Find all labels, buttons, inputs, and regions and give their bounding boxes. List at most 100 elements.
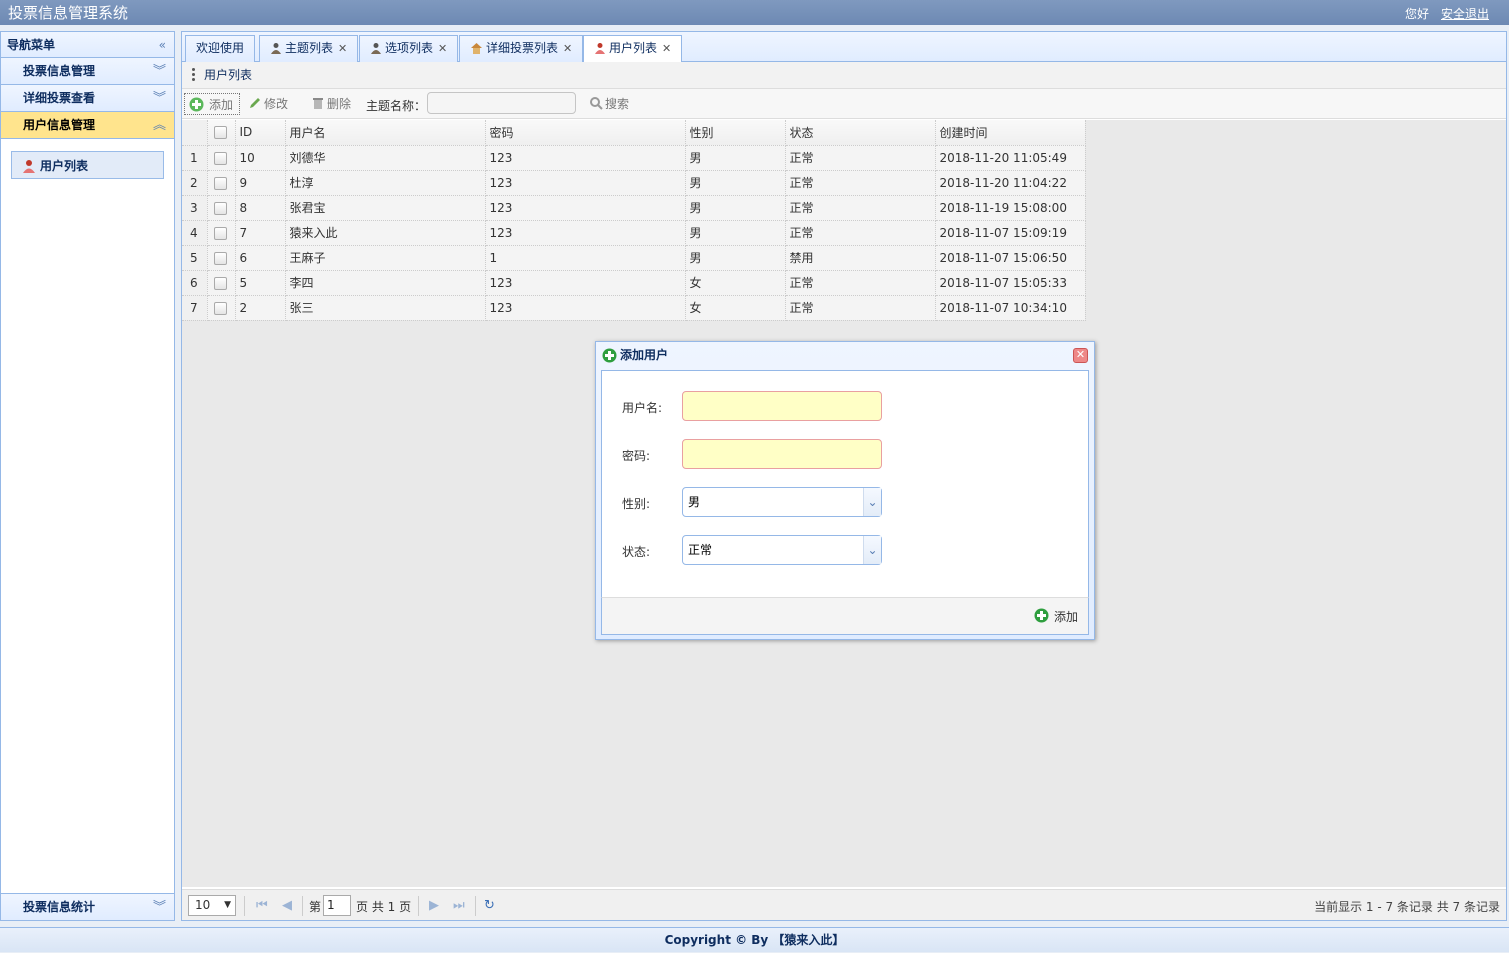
close-dialog-icon[interactable]: ✕: [1073, 348, 1088, 363]
last-page-icon[interactable]: ⏭: [453, 898, 465, 913]
search-input[interactable]: [427, 92, 576, 114]
gender-select[interactable]: 男 ⌄: [682, 487, 882, 517]
chevron-down-icon: ⌄: [863, 488, 881, 516]
row-checkbox[interactable]: [207, 245, 236, 271]
sidebar-section-user-info[interactable]: 用户信息管理 ︽: [1, 112, 174, 139]
tab-welcome[interactable]: 欢迎使用: [185, 35, 256, 62]
table-row[interactable]: 7 2 张三 123 女正常 2018-11-07 10:34:10: [182, 295, 1086, 321]
cell-id: 5: [235, 270, 286, 296]
page-size-select[interactable]: 10 ▼: [188, 895, 236, 916]
logout-link[interactable]: 安全退出: [1441, 5, 1489, 22]
chevron-down-icon: ⌄: [863, 536, 881, 564]
cell-status: 正常: [785, 295, 936, 321]
dialog-header: 添加用户 ✕: [596, 342, 1094, 369]
close-tab-icon[interactable]: ✕: [438, 42, 447, 55]
row-checkbox[interactable]: [207, 270, 236, 296]
username-label: 用户名:: [622, 401, 663, 415]
row-checkbox[interactable]: [207, 220, 236, 246]
row-checkbox[interactable]: [207, 195, 236, 221]
cell-id: 9: [235, 170, 286, 196]
table-row[interactable]: 3 8 张君宝 123 男正常 2018-11-19 15:08:00: [182, 195, 1086, 221]
cell-gender: 男: [685, 145, 786, 171]
sidebar-section-label: 投票信息管理: [23, 64, 96, 78]
status-select[interactable]: 正常 ⌄: [682, 535, 882, 565]
cell-username: 刘德华: [285, 145, 486, 171]
divider: [244, 896, 245, 916]
cell-gender: 男: [685, 245, 786, 271]
collapse-sidebar-icon[interactable]: «: [159, 32, 166, 58]
chevron-down-icon: ︾: [152, 900, 166, 915]
edit-button[interactable]: 修改: [244, 93, 288, 115]
row-number: 2: [182, 170, 208, 196]
table-row[interactable]: 6 5 李四 123 女正常 2018-11-07 15:05:33: [182, 270, 1086, 296]
tab-bar: 欢迎使用 主题列表 ✕ 选项列表 ✕ 详细投票列表 ✕ 用户列表 ✕: [182, 32, 1506, 63]
cell-created: 2018-11-07 15:09:19: [935, 220, 1086, 246]
tab-topic-list[interactable]: 主题列表 ✕: [259, 35, 359, 62]
delete-button[interactable]: 删除: [307, 93, 351, 115]
tab-vote-detail-list[interactable]: 详细投票列表 ✕: [459, 35, 584, 62]
user-icon: [271, 43, 281, 54]
user-icon: [23, 160, 35, 173]
pencil-icon: [250, 98, 260, 108]
add-button[interactable]: 添加: [184, 93, 240, 115]
sidebar-section-vote-stats[interactable]: 投票信息统计 ︾: [1, 893, 174, 920]
column-header-gender[interactable]: 性别: [685, 120, 786, 146]
row-checkbox[interactable]: [207, 295, 236, 321]
tab-user-list[interactable]: 用户列表 ✕: [583, 35, 683, 63]
chevron-down-icon: ︾: [152, 91, 166, 106]
gender-label: 性别:: [622, 497, 651, 511]
column-header-status[interactable]: 状态: [785, 120, 936, 146]
dialog-add-button[interactable]: 添加: [1034, 608, 1078, 625]
table-row[interactable]: 1 10 刘德华 123 男正常 2018-11-20 11:05:49: [182, 145, 1086, 171]
tab-label: 主题列表: [285, 41, 334, 55]
first-page-icon[interactable]: ⏮: [256, 898, 268, 913]
cell-created: 2018-11-19 15:08:00: [935, 195, 1086, 221]
cell-username: 王麻子: [285, 245, 486, 271]
sidebar-section-vote-detail[interactable]: 详细投票查看 ︾: [1, 85, 174, 112]
close-tab-icon[interactable]: ✕: [563, 42, 572, 55]
row-checkbox[interactable]: [207, 145, 236, 171]
column-header-password[interactable]: 密码: [485, 120, 686, 146]
column-header-username[interactable]: 用户名: [285, 120, 486, 146]
refresh-icon[interactable]: ↻: [484, 898, 495, 913]
divider: [302, 896, 303, 916]
cell-status: 正常: [785, 145, 936, 171]
password-field[interactable]: [682, 439, 882, 469]
divider: [418, 896, 419, 916]
dialog-body: 用户名: 密码: 性别: 男 ⌄ 状态: 正常 ⌄: [601, 370, 1089, 597]
close-tab-icon[interactable]: ✕: [662, 42, 671, 55]
page-number-input[interactable]: 1: [323, 895, 351, 916]
cell-username: 张君宝: [285, 195, 486, 221]
tab-label: 详细投票列表: [486, 41, 559, 55]
prev-page-icon[interactable]: ◀: [282, 898, 292, 913]
sidebar-item-label: 用户列表: [40, 159, 89, 173]
cell-username: 李四: [285, 270, 486, 296]
close-tab-icon[interactable]: ✕: [338, 42, 347, 55]
next-page-icon[interactable]: ▶: [429, 898, 439, 913]
cell-password: 123: [485, 295, 686, 321]
sidebar-section-label: 投票信息统计: [23, 900, 96, 914]
select-all-checkbox[interactable]: [207, 120, 236, 146]
table-row[interactable]: 5 6 王麻子 1 男禁用 2018-11-07 15:06:50: [182, 245, 1086, 271]
sidebar-title: 导航菜单: [7, 38, 56, 52]
row-number: 3: [182, 195, 208, 221]
cell-password: 123: [485, 220, 686, 246]
table-row[interactable]: 4 7 猿来入此 123 男正常 2018-11-07 15:09:19: [182, 220, 1086, 246]
row-number: 7: [182, 295, 208, 321]
username-field[interactable]: [682, 391, 882, 421]
user-icon: [595, 43, 605, 54]
dropdown-arrow-icon: ▼: [224, 900, 231, 910]
row-number-header: [182, 120, 208, 146]
search-button[interactable]: 搜索: [585, 93, 629, 115]
row-checkbox[interactable]: [207, 170, 236, 196]
cell-password: 123: [485, 145, 686, 171]
table-row[interactable]: 2 9 杜淳 123 男正常 2018-11-20 11:04:22: [182, 170, 1086, 196]
footer: Copyright © By 【猿来入此】: [0, 927, 1509, 952]
tab-option-list[interactable]: 选项列表 ✕: [359, 35, 459, 62]
dialog-footer: 添加: [601, 597, 1089, 635]
column-header-created[interactable]: 创建时间: [935, 120, 1086, 146]
sidebar-section-vote-info[interactable]: 投票信息管理 ︾: [1, 58, 174, 85]
cell-status: 正常: [785, 220, 936, 246]
column-header-id[interactable]: ID: [235, 120, 286, 146]
sidebar-item-user-list[interactable]: 用户列表: [11, 151, 164, 179]
